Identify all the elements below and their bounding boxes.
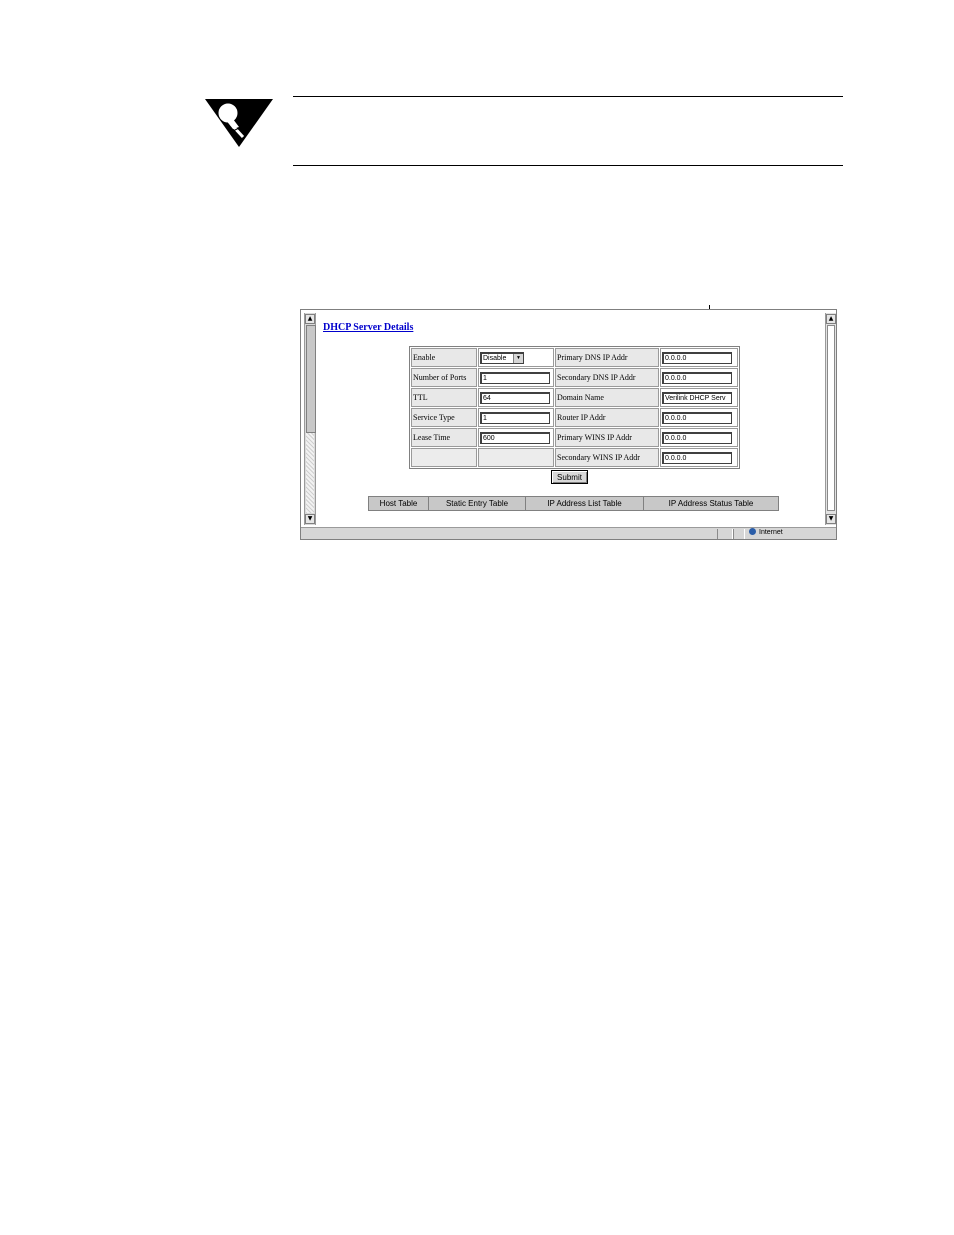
right-scroll-up-icon[interactable]: ▲ — [826, 314, 836, 324]
left-scrollbar-track[interactable] — [306, 433, 314, 513]
domain-name-label: Domain Name — [555, 388, 659, 407]
security-zone: Internet — [749, 528, 783, 538]
submit-button[interactable]: Submit — [551, 470, 588, 484]
router-ip-input[interactable]: 0.0.0.0 — [662, 411, 732, 424]
chevron-down-icon[interactable]: ▼ — [513, 353, 523, 363]
secondary-dns-input[interactable]: 0.0.0.0 — [662, 371, 732, 384]
service-type-label: Service Type — [411, 408, 477, 427]
globe-icon — [749, 528, 756, 535]
lease-time-input[interactable]: 600 — [480, 431, 550, 444]
right-scroll-down-icon[interactable]: ▼ — [826, 514, 836, 524]
primary-wins-label: Primary WINS IP Addr — [555, 428, 659, 447]
left-scrollbar-thumb[interactable] — [306, 325, 316, 433]
secondary-wins-input[interactable]: 0.0.0.0 — [662, 451, 732, 464]
table-nav-bar: Host Table Static Entry Table IP Address… — [368, 496, 779, 511]
ttl-input[interactable]: 64 — [480, 391, 550, 404]
ttl-cell: 64 — [478, 388, 554, 407]
note-top-rule — [293, 96, 843, 97]
right-scrollbar-thumb[interactable] — [827, 325, 835, 511]
table-row: Service Type 1 Router IP Addr 0.0.0.0 — [411, 408, 738, 427]
secondary-wins-label: Secondary WINS IP Addr — [555, 448, 659, 467]
num-ports-label: Number of Ports — [411, 368, 477, 387]
left-scroll-down-icon[interactable]: ▼ — [305, 514, 315, 524]
num-ports-input[interactable]: 1 — [480, 371, 550, 384]
details-table: Enable Disable ▼ Primary DNS IP Addr 0.0.… — [409, 346, 740, 469]
left-scrollbar[interactable] — [304, 313, 316, 525]
lease-time-label: Lease Time — [411, 428, 477, 447]
num-ports-cell: 1 — [478, 368, 554, 387]
nav-ip-address-status-table[interactable]: IP Address Status Table — [644, 497, 778, 510]
note-bottom-rule — [293, 165, 843, 166]
service-type-cell: 1 — [478, 408, 554, 427]
secondary-dns-label: Secondary DNS IP Addr — [555, 368, 659, 387]
empty-cell — [478, 448, 554, 467]
enable-label: Enable — [411, 348, 477, 367]
enable-select[interactable]: Disable ▼ — [480, 351, 524, 364]
table-row: Secondary WINS IP Addr 0.0.0.0 — [411, 448, 738, 467]
nav-ip-address-list-table[interactable]: IP Address List Table — [526, 497, 644, 510]
service-type-input[interactable]: 1 — [480, 411, 550, 424]
primary-wins-input[interactable]: 0.0.0.0 — [662, 431, 732, 444]
table-row: Enable Disable ▼ Primary DNS IP Addr 0.0.… — [411, 348, 738, 367]
domain-name-input[interactable]: Verilink DHCP Serv — [662, 391, 732, 404]
nav-host-table[interactable]: Host Table — [369, 497, 429, 510]
empty-cell — [411, 448, 477, 467]
nav-static-entry-table[interactable]: Static Entry Table — [429, 497, 526, 510]
router-ip-label: Router IP Addr — [555, 408, 659, 427]
status-segment — [733, 529, 745, 539]
right-scrollbar[interactable] — [825, 313, 836, 525]
secondary-dns-cell: 0.0.0.0 — [660, 368, 738, 387]
table-row: Number of Ports 1 Secondary DNS IP Addr … — [411, 368, 738, 387]
ttl-label: TTL — [411, 388, 477, 407]
router-ip-cell: 0.0.0.0 — [660, 408, 738, 427]
domain-name-cell: Verilink DHCP Serv — [660, 388, 738, 407]
left-scroll-up-icon[interactable]: ▲ — [305, 314, 315, 324]
lease-time-cell: 600 — [478, 428, 554, 447]
status-segment — [717, 529, 733, 539]
primary-dns-label: Primary DNS IP Addr — [555, 348, 659, 367]
table-row: Lease Time 600 Primary WINS IP Addr 0.0.… — [411, 428, 738, 447]
enable-cell: Disable ▼ — [478, 348, 554, 367]
page-title[interactable]: DHCP Server Details — [323, 322, 413, 333]
zone-label: Internet — [759, 529, 783, 536]
primary-wins-cell: 0.0.0.0 — [660, 428, 738, 447]
table-row: TTL 64 Domain Name Verilink DHCP Serv — [411, 388, 738, 407]
primary-dns-input[interactable]: 0.0.0.0 — [662, 351, 732, 364]
secondary-wins-cell: 0.0.0.0 — [660, 448, 738, 467]
primary-dns-cell: 0.0.0.0 — [660, 348, 738, 367]
note-lightbulb-icon — [203, 97, 275, 149]
enable-value: Disable — [483, 354, 507, 362]
